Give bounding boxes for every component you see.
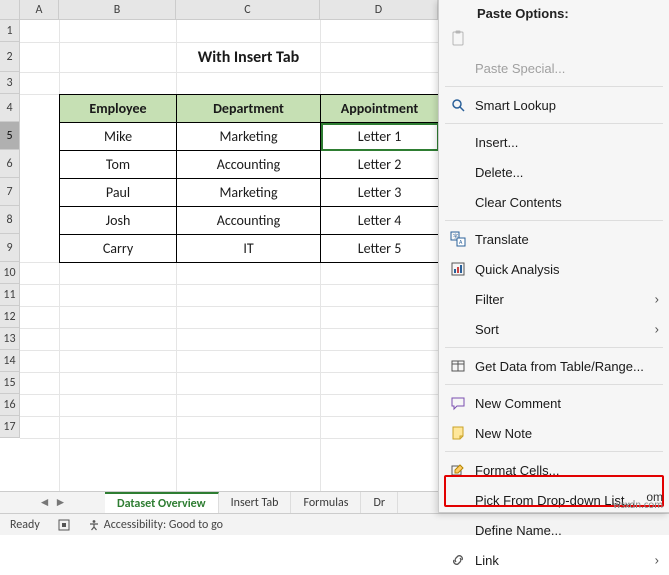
svg-text:字: 字 <box>453 233 458 240</box>
row-15[interactable]: 15 <box>0 372 20 394</box>
select-all-corner[interactable] <box>0 0 20 20</box>
row-3[interactable]: 3 <box>0 72 20 94</box>
row-12[interactable]: 12 <box>0 306 20 328</box>
menu-separator <box>445 384 663 385</box>
tab-insert-tab[interactable]: Insert Tab <box>219 492 292 513</box>
row-10[interactable]: 10 <box>0 262 20 284</box>
menu-separator <box>445 123 663 124</box>
menu-clear-contents[interactable]: Clear Contents <box>439 187 669 217</box>
paste-icon-button[interactable] <box>439 23 669 53</box>
row-16[interactable]: 16 <box>0 394 20 416</box>
selected-cell-d5[interactable]: Letter 1 <box>321 123 439 151</box>
page-title: With Insert Tab <box>59 42 438 72</box>
table-icon <box>447 358 469 374</box>
note-icon <box>447 425 469 441</box>
row-7[interactable]: 7 <box>0 178 20 206</box>
chevron-right-icon: › <box>655 553 659 568</box>
accessibility-status[interactable]: Accessibility: Good to go <box>88 518 223 532</box>
hdr-appointment: Appointment <box>321 95 439 123</box>
table-row[interactable]: Paul Marketing Letter 3 <box>60 179 439 207</box>
table-row[interactable]: Josh Accounting Letter 4 <box>60 207 439 235</box>
table-row[interactable]: Carry IT Letter 5 <box>60 235 439 263</box>
row-6[interactable]: 6 <box>0 150 20 178</box>
tab-prev-icon[interactable]: ◄ <box>39 495 51 510</box>
col-c[interactable]: C <box>176 0 320 19</box>
tab-overflow[interactable]: Dr <box>361 492 398 513</box>
menu-new-comment[interactable]: New Comment <box>439 388 669 418</box>
row-17[interactable]: 17 <box>0 416 20 438</box>
search-icon <box>447 97 469 113</box>
menu-smart-lookup[interactable]: Smart Lookup <box>439 90 669 120</box>
col-b[interactable]: B <box>59 0 176 19</box>
chevron-right-icon: › <box>655 322 659 337</box>
paste-options-heading: Paste Options: <box>439 0 669 23</box>
quick-analysis-icon <box>447 261 469 277</box>
hdr-department: Department <box>177 95 321 123</box>
table-row[interactable]: Tom Accounting Letter 2 <box>60 151 439 179</box>
comment-icon <box>447 395 469 411</box>
status-ready: Ready <box>10 518 40 532</box>
link-icon <box>447 552 469 568</box>
menu-translate[interactable]: 字A Translate <box>439 224 669 254</box>
menu-link[interactable]: Link › <box>439 545 669 575</box>
row-8[interactable]: 8 <box>0 206 20 234</box>
clipboard-icon <box>447 29 469 47</box>
row-11[interactable]: 11 <box>0 284 20 306</box>
row-9[interactable]: 9 <box>0 234 20 262</box>
accessibility-icon <box>88 519 100 531</box>
menu-define-name[interactable]: Define Name... <box>439 515 669 545</box>
menu-quick-analysis[interactable]: Quick Analysis <box>439 254 669 284</box>
context-menu: Paste Options: Paste Special... Smart Lo… <box>438 0 669 513</box>
menu-format-cells[interactable]: Format Cells... <box>439 455 669 485</box>
translate-icon: 字A <box>447 231 469 247</box>
menu-sort[interactable]: Sort › <box>439 314 669 344</box>
format-cells-icon <box>447 462 469 478</box>
menu-paste-special[interactable]: Paste Special... <box>439 53 669 83</box>
macro-record-icon[interactable] <box>58 519 70 531</box>
col-d[interactable]: D <box>320 0 438 19</box>
row-4[interactable]: 4 <box>0 94 20 122</box>
chevron-right-icon: › <box>655 292 659 307</box>
row-14[interactable]: 14 <box>0 350 20 372</box>
menu-insert[interactable]: Insert... <box>439 127 669 157</box>
row-13[interactable]: 13 <box>0 328 20 350</box>
menu-separator <box>445 347 663 348</box>
menu-delete[interactable]: Delete... <box>439 157 669 187</box>
watermark: wsxdn.com <box>613 498 663 511</box>
menu-get-data[interactable]: Get Data from Table/Range... <box>439 351 669 381</box>
menu-separator <box>445 451 663 452</box>
row-5[interactable]: 5 <box>0 122 20 150</box>
row-2[interactable]: 2 <box>0 42 20 72</box>
hdr-employee: Employee <box>60 95 177 123</box>
menu-separator <box>445 86 663 87</box>
menu-filter[interactable]: Filter › <box>439 284 669 314</box>
tab-dataset-overview[interactable]: Dataset Overview <box>105 492 219 513</box>
menu-new-note[interactable]: New Note <box>439 418 669 448</box>
row-headers: 1 2 3 4 5 6 7 8 9 10 11 12 13 14 15 16 1… <box>0 20 20 438</box>
row-1[interactable]: 1 <box>0 20 20 42</box>
table-row[interactable]: Mike Marketing Letter 1 <box>60 123 439 151</box>
tab-next-icon[interactable]: ► <box>55 495 67 510</box>
menu-separator <box>445 220 663 221</box>
tab-formulas[interactable]: Formulas <box>291 492 361 513</box>
col-a[interactable]: A <box>20 0 59 19</box>
tab-nav-buttons[interactable]: ◄ ► <box>0 492 105 513</box>
data-table: Employee Department Appointment Mike Mar… <box>59 94 439 263</box>
